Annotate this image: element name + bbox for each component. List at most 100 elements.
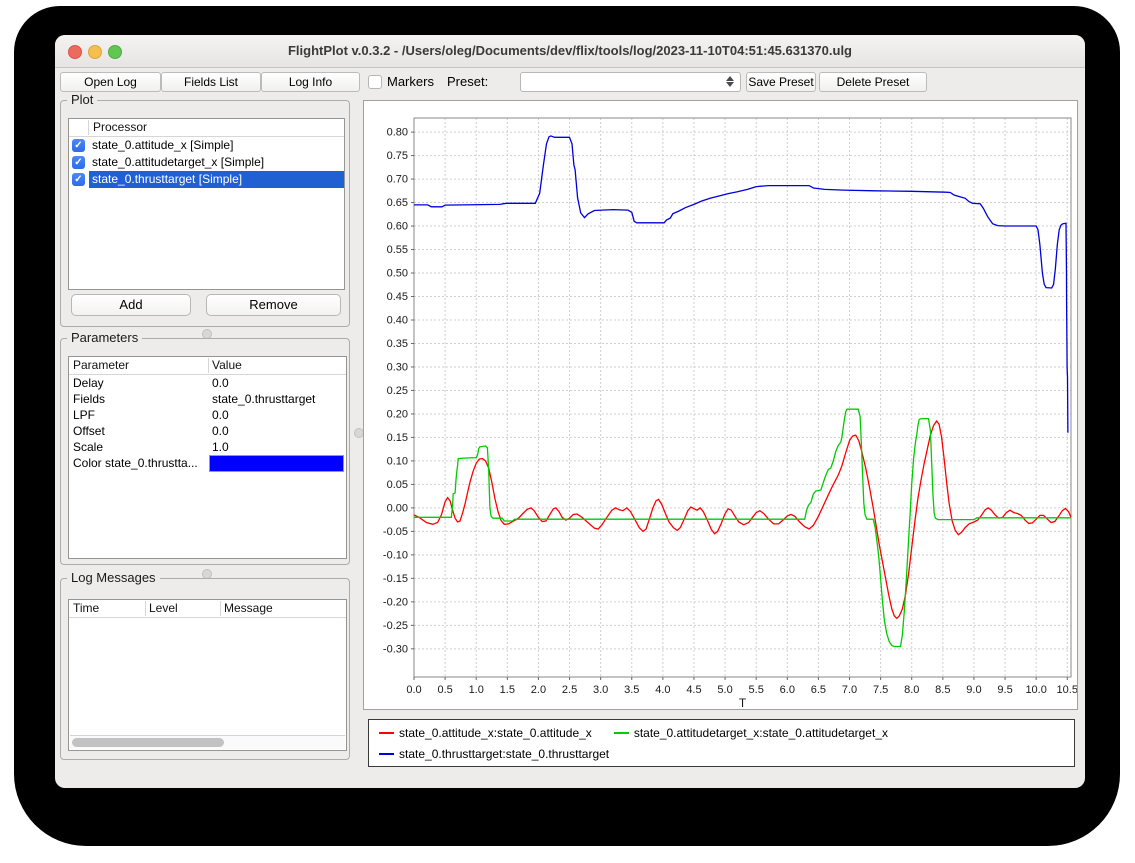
- parameter-name: Color state_0.thrustta...: [73, 455, 198, 471]
- legend-line-icon: [379, 753, 394, 755]
- parameters-panel: Parameters Parameter Value Delay0.0Field…: [60, 338, 350, 565]
- svg-text:0.05: 0.05: [387, 479, 408, 491]
- value-column-header: Value: [212, 357, 242, 374]
- parameters-panel-title: Parameters: [67, 330, 142, 345]
- svg-text:1.5: 1.5: [500, 684, 515, 696]
- svg-text:0.15: 0.15: [387, 432, 408, 444]
- svg-text:10.0: 10.0: [1025, 684, 1046, 696]
- window-title: FlightPlot v.0.3.2 - /Users/oleg/Documen…: [135, 35, 1005, 67]
- svg-text:9.5: 9.5: [997, 684, 1012, 696]
- parameter-row[interactable]: Fields state_0.thrusttarget: [69, 391, 346, 407]
- svg-text:2.0: 2.0: [531, 684, 546, 696]
- chart-legend: state_0.attitude_x:state_0.attitude_xsta…: [368, 719, 1075, 767]
- parameter-value: 0.0: [212, 375, 344, 391]
- svg-text:4.0: 4.0: [655, 684, 670, 696]
- message-column-header: Message: [224, 600, 273, 617]
- svg-text:0.40: 0.40: [387, 314, 408, 326]
- zoom-button[interactable]: [108, 45, 122, 59]
- svg-text:-0.10: -0.10: [383, 549, 408, 561]
- svg-text:0.20: 0.20: [387, 408, 408, 420]
- log-messages-panel: Log Messages Time Level Message: [60, 578, 350, 760]
- parameter-name: Fields: [73, 391, 105, 407]
- svg-text:6.5: 6.5: [811, 684, 826, 696]
- log-messages-table[interactable]: Time Level Message: [68, 599, 347, 751]
- svg-text:10.5: 10.5: [1057, 684, 1077, 696]
- log-messages-panel-title: Log Messages: [67, 570, 160, 585]
- parameter-row[interactable]: Offset 0.0: [69, 423, 346, 439]
- svg-text:6.0: 6.0: [780, 684, 795, 696]
- markers-checkbox[interactable]: [368, 75, 382, 89]
- legend-item: state_0.attitude_x:state_0.attitude_x: [379, 723, 592, 743]
- parameter-name: Delay: [73, 375, 104, 391]
- svg-text:9.0: 9.0: [966, 684, 981, 696]
- parameter-name: LPF: [73, 407, 95, 423]
- preset-combobox[interactable]: [520, 72, 741, 92]
- svg-text:4.5: 4.5: [686, 684, 701, 696]
- log-messages-table-header: Time Level Message: [69, 600, 346, 618]
- svg-text:0.0: 0.0: [406, 684, 421, 696]
- svg-text:-0.25: -0.25: [383, 620, 408, 632]
- minimize-button[interactable]: [88, 45, 102, 59]
- delete-preset-button[interactable]: Delete Preset: [819, 72, 927, 92]
- parameter-row[interactable]: Delay 0.0: [69, 375, 346, 391]
- chevron-down-icon: [726, 82, 734, 87]
- scrollbar-thumb[interactable]: [72, 738, 224, 747]
- field-label: state_0.thrusttarget [Simple]: [89, 171, 344, 188]
- field-checkbox[interactable]: ✓: [72, 173, 85, 186]
- svg-text:-0.15: -0.15: [383, 573, 408, 585]
- horizontal-scrollbar[interactable]: [70, 735, 345, 749]
- color-swatch[interactable]: [209, 455, 344, 472]
- parameter-name: Offset: [73, 423, 105, 439]
- legend-line-icon: [614, 732, 629, 734]
- svg-text:T: T: [739, 696, 747, 709]
- plot-panel: Plot Processor ✓state_0.attitude_x [Simp…: [60, 100, 350, 327]
- title-bar: FlightPlot v.0.3.2 - /Users/oleg/Documen…: [55, 35, 1085, 68]
- svg-text:-0.05: -0.05: [383, 526, 408, 538]
- preset-label: Preset:: [447, 72, 488, 92]
- time-column-header: Time: [73, 600, 99, 617]
- parameter-row[interactable]: Color state_0.thrustta...: [69, 455, 346, 471]
- log-info-button[interactable]: Log Info: [261, 72, 360, 92]
- legend-label: state_0.attitude_x:state_0.attitude_x: [399, 726, 592, 740]
- svg-text:7.5: 7.5: [873, 684, 888, 696]
- parameters-table[interactable]: Parameter Value Delay 0.0 Fields state_0.th…: [68, 356, 347, 559]
- field-checkbox[interactable]: ✓: [72, 139, 85, 152]
- field-label: state_0.attitudetarget_x [Simple]: [89, 154, 344, 171]
- svg-text:0.65: 0.65: [387, 197, 408, 209]
- add-button[interactable]: Add: [71, 294, 191, 316]
- legend-row: state_0.thrusttarget:state_0.thrusttarge…: [379, 744, 1068, 764]
- open-log-button[interactable]: Open Log: [60, 72, 161, 92]
- parameter-row[interactable]: LPF 0.0: [69, 407, 346, 423]
- legend-line-icon: [379, 732, 394, 734]
- svg-text:0.60: 0.60: [387, 221, 408, 233]
- save-preset-button[interactable]: Save Preset: [746, 72, 816, 92]
- level-column-header: Level: [149, 600, 178, 617]
- markers-label: Markers: [387, 72, 434, 92]
- field-list-item[interactable]: ✓ state_0.attitudetarget_x [Simple]: [69, 154, 344, 171]
- legend-row: state_0.attitude_x:state_0.attitude_x sta…: [379, 723, 1068, 743]
- toolbar: Open Log Fields List Log Info Markers Pr…: [55, 72, 1085, 94]
- processor-column-header: Processor: [93, 119, 147, 136]
- svg-text:5.0: 5.0: [717, 684, 732, 696]
- processor-list-header: Processor: [69, 119, 344, 137]
- legend-label: state_0.thrusttarget:state_0.thrusttarge…: [399, 747, 609, 761]
- processor-list[interactable]: Processor ✓state_0.attitude_x [Simple]✓s…: [68, 118, 345, 290]
- parameter-name: Scale: [73, 439, 103, 455]
- svg-text:3.5: 3.5: [624, 684, 639, 696]
- svg-text:0.00: 0.00: [387, 502, 408, 514]
- parameter-value: 0.0: [212, 407, 344, 423]
- fields-list-button[interactable]: Fields List: [161, 72, 261, 92]
- field-list-item[interactable]: ✓state_0.attitude_x [Simple]: [69, 137, 344, 154]
- remove-button[interactable]: Remove: [206, 294, 341, 316]
- field-checkbox[interactable]: ✓: [72, 156, 85, 169]
- legend-label: state_0.attitudetarget_x:state_0.attitud…: [634, 726, 888, 740]
- chart-panel[interactable]: 0.00.51.01.52.02.53.03.54.04.55.05.56.06…: [363, 100, 1078, 710]
- close-button[interactable]: [68, 45, 82, 59]
- parameter-value: state_0.thrusttarget: [212, 391, 344, 407]
- parameters-table-header: Parameter Value: [69, 357, 346, 375]
- parameter-row[interactable]: Scale1.0: [69, 439, 346, 455]
- svg-text:0.50: 0.50: [387, 268, 408, 280]
- parameter-value: 0.0: [212, 423, 344, 439]
- combobox-stepper-icon[interactable]: [726, 75, 736, 89]
- field-list-item[interactable]: ✓ state_0.thrusttarget [Simple]: [69, 171, 344, 188]
